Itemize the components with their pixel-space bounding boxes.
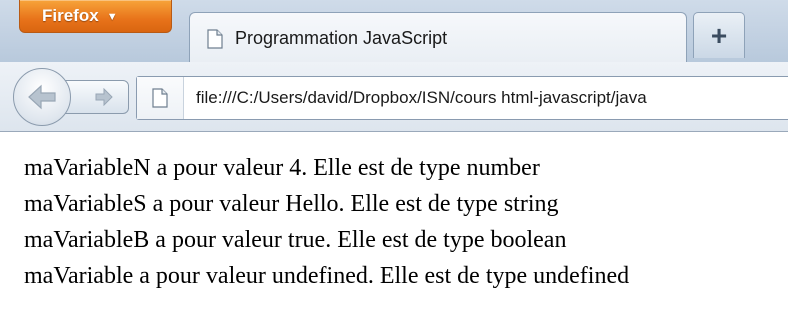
tab-title: Programmation JavaScript <box>235 28 448 48</box>
page-icon <box>152 88 168 108</box>
plus-icon: + <box>710 19 728 51</box>
back-arrow-icon <box>28 84 56 110</box>
navigation-bar: file:///C:/Users/david/Dropbox/ISN/cours… <box>0 62 788 132</box>
firefox-menu-button[interactable]: Firefox ▼ <box>19 0 172 33</box>
nav-buttons <box>13 68 129 126</box>
firefox-menu-label: Firefox <box>42 6 99 25</box>
site-identity-button[interactable] <box>137 77 184 119</box>
url-bar[interactable]: file:///C:/Users/david/Dropbox/ISN/cours… <box>136 76 788 120</box>
page-content: maVariableN a pour valeur 4. Elle est de… <box>24 150 788 294</box>
url-text[interactable]: file:///C:/Users/david/Dropbox/ISN/cours… <box>184 88 788 108</box>
tab-strip: Firefox ▼ Programmation JavaScript + <box>0 0 788 64</box>
chevron-down-icon: ▼ <box>106 11 118 23</box>
forward-arrow-icon <box>95 88 113 106</box>
back-button[interactable] <box>13 68 71 126</box>
output-line: maVariableB a pour valeur true. Elle est… <box>24 227 567 253</box>
output-line: maVariable a pour valeur undefined. Elle… <box>24 263 630 289</box>
page-icon <box>207 28 223 49</box>
tab-programmation-javascript[interactable]: Programmation JavaScript <box>189 12 687 64</box>
output-line: maVariableS a pour valeur Hello. Elle es… <box>24 191 559 217</box>
new-tab-button[interactable]: + <box>693 12 745 58</box>
output-line: maVariableN a pour valeur 4. Elle est de… <box>24 155 540 181</box>
